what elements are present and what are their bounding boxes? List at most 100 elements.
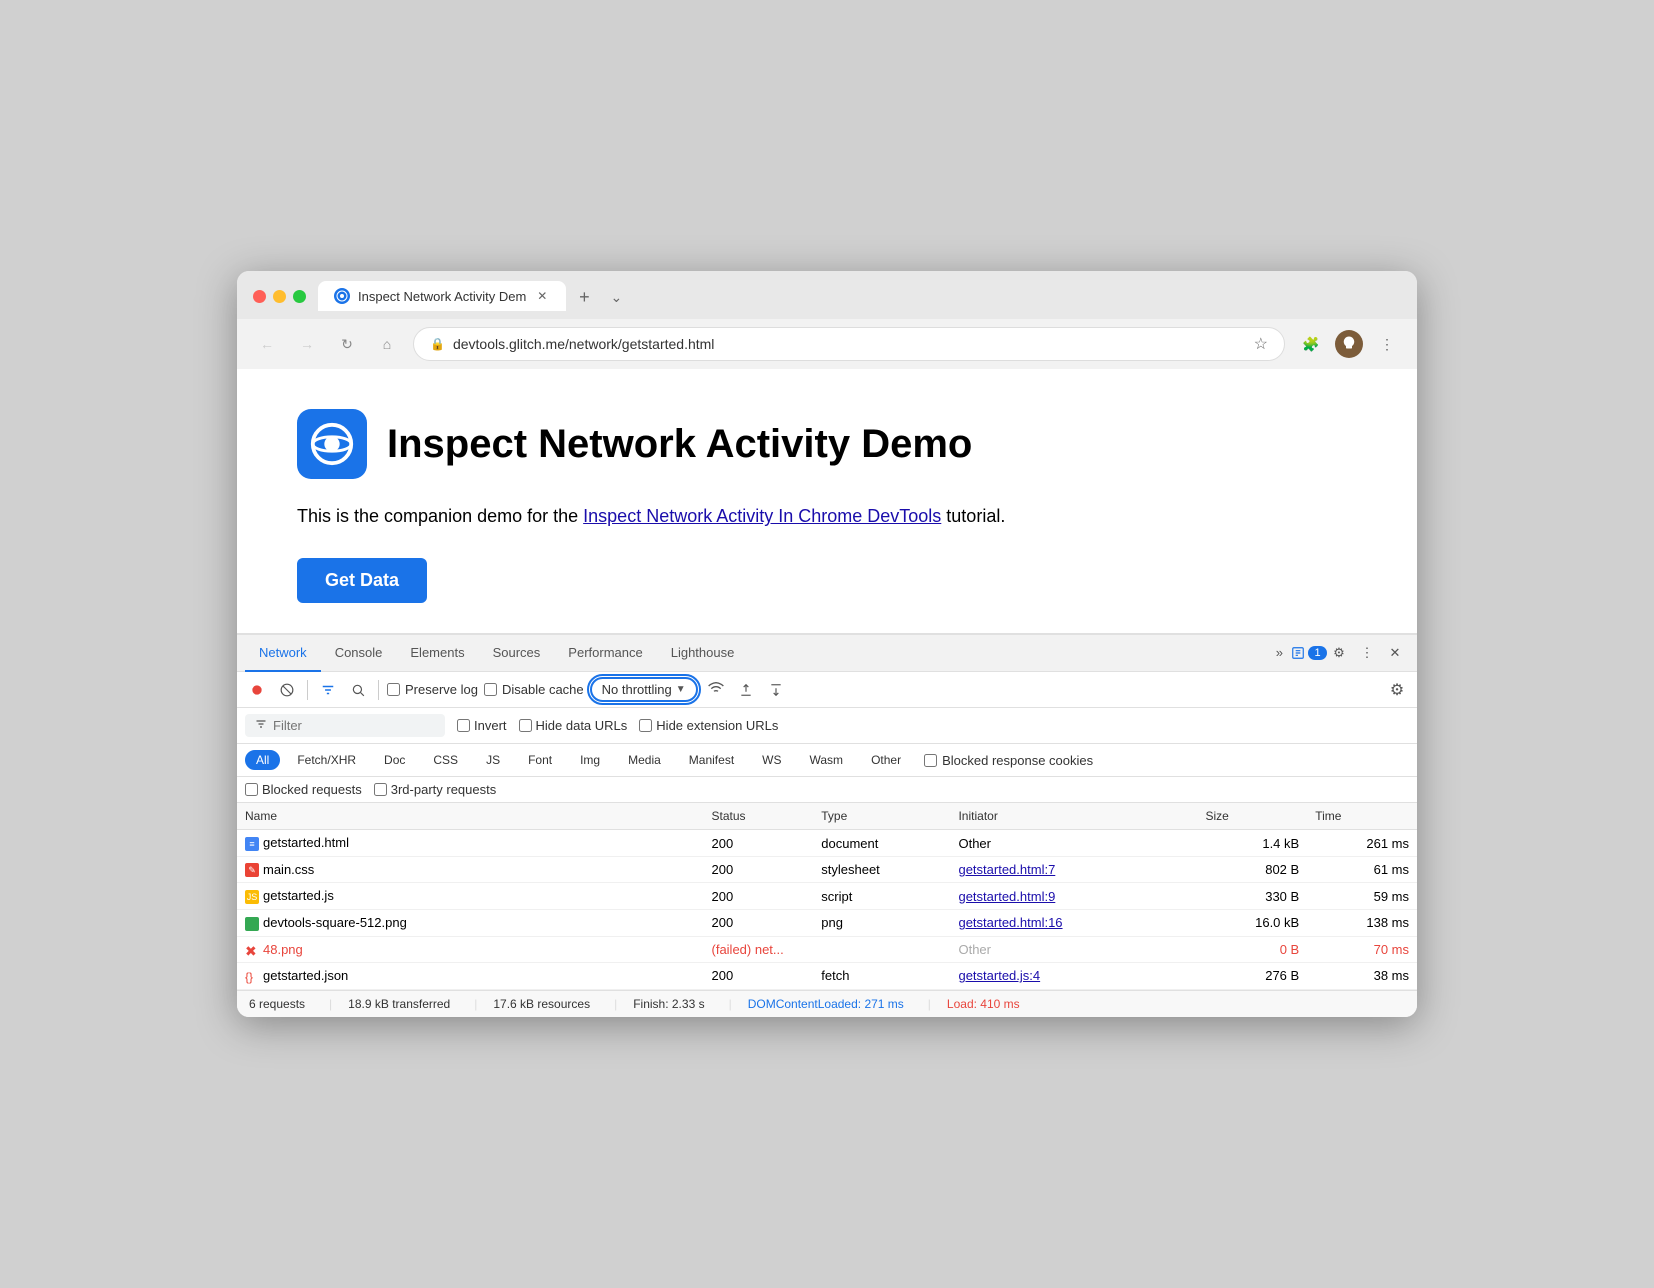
type-filter-ws[interactable]: WS: [751, 750, 792, 770]
clear-button[interactable]: [275, 678, 299, 702]
tab-lighthouse[interactable]: Lighthouse: [657, 635, 749, 672]
col-header-name[interactable]: Name: [237, 803, 704, 830]
throttle-arrow-icon: ▼: [676, 684, 686, 695]
tab-close-button[interactable]: ✕: [534, 288, 550, 304]
preserve-log-checkbox[interactable]: [387, 683, 400, 696]
minimize-window-button[interactable]: [273, 290, 286, 303]
extensions-button[interactable]: 🧩: [1297, 330, 1325, 358]
page-content: Inspect Network Activity Demo This is th…: [237, 369, 1417, 633]
disable-cache-checkbox[interactable]: [484, 683, 497, 696]
table-row[interactable]: ✎main.css200stylesheetgetstarted.html:78…: [237, 856, 1417, 883]
initiator-link[interactable]: getstarted.html:7: [958, 862, 1055, 877]
close-window-button[interactable]: [253, 290, 266, 303]
forward-button[interactable]: →: [293, 330, 321, 358]
console-messages-button[interactable]: 1: [1297, 639, 1325, 667]
network-conditions-button[interactable]: [704, 678, 728, 702]
tab-elements[interactable]: Elements: [396, 635, 478, 672]
row-filename[interactable]: getstarted.html: [263, 835, 349, 850]
cell-name: {}getstarted.json: [237, 963, 704, 990]
filter-button[interactable]: [316, 678, 340, 702]
type-filter-img[interactable]: Img: [569, 750, 611, 770]
tab-console[interactable]: Console: [321, 635, 397, 672]
nav-bar: ← → ↻ ⌂ 🔒 devtools.glitch.me/network/get…: [237, 319, 1417, 369]
blocked-requests-checkbox[interactable]: [245, 783, 258, 796]
col-header-initiator[interactable]: Initiator: [950, 803, 1197, 830]
more-menu-button[interactable]: ⋮: [1373, 330, 1401, 358]
devtools-close-button[interactable]: ✕: [1381, 639, 1409, 667]
tab-performance[interactable]: Performance: [554, 635, 656, 672]
reload-button[interactable]: ↻: [333, 330, 361, 358]
third-party-checkbox[interactable]: [374, 783, 387, 796]
table-row[interactable]: ≡getstarted.html200documentOther1.4 kB26…: [237, 830, 1417, 857]
profile-button[interactable]: [1335, 330, 1363, 358]
active-tab[interactable]: Inspect Network Activity Dem ✕: [318, 281, 566, 311]
invert-label: Invert: [457, 718, 507, 733]
col-header-size[interactable]: Size: [1197, 803, 1307, 830]
blocked-cookies-checkbox[interactable]: [924, 754, 937, 767]
row-filename[interactable]: getstarted.json: [263, 968, 348, 983]
type-filter-js[interactable]: JS: [475, 750, 511, 770]
type-filter-wasm[interactable]: Wasm: [799, 750, 855, 770]
devtools-toolbar: Preserve log Disable cache No throttling…: [237, 672, 1417, 708]
home-button[interactable]: ⌂: [373, 330, 401, 358]
status-text: (failed) net...: [712, 942, 784, 957]
network-table-container: Name Status Type Initiator Size Time ≡ge…: [237, 803, 1417, 989]
initiator-link[interactable]: getstarted.html:16: [958, 915, 1062, 930]
initiator-link[interactable]: getstarted.js:4: [958, 968, 1040, 983]
type-filter-doc[interactable]: Doc: [373, 750, 416, 770]
row-filename[interactable]: getstarted.js: [263, 888, 334, 903]
filter-bar: Invert Hide data URLs Hide extension URL…: [237, 708, 1417, 744]
col-header-status[interactable]: Status: [704, 803, 814, 830]
tab-sources[interactable]: Sources: [479, 635, 555, 672]
new-tab-button[interactable]: +: [570, 283, 598, 311]
cell-initiator: Other: [950, 830, 1197, 857]
tab-expand-button[interactable]: ⌄: [602, 283, 630, 311]
table-row[interactable]: devtools-square-512.png200pnggetstarted.…: [237, 910, 1417, 937]
table-row[interactable]: ✖48.png(failed) net...Other0 B70 ms: [237, 936, 1417, 963]
type-filter-fetch-xhr[interactable]: Fetch/XHR: [286, 750, 367, 770]
export-har-button[interactable]: [764, 678, 788, 702]
hide-ext-urls-label: Hide extension URLs: [639, 718, 778, 733]
row-filename[interactable]: main.css: [263, 862, 314, 877]
filter-input[interactable]: [273, 718, 433, 733]
hide-data-urls-checkbox[interactable]: [519, 719, 532, 732]
title-bar-top: Inspect Network Activity Dem ✕ + ⌄: [253, 281, 1401, 311]
devtools-more-button[interactable]: ⋮: [1353, 639, 1381, 667]
row-filename[interactable]: devtools-square-512.png: [263, 915, 407, 930]
maximize-window-button[interactable]: [293, 290, 306, 303]
type-filter-all[interactable]: All: [245, 750, 280, 770]
resources-size: 17.6 kB resources: [481, 997, 610, 1011]
type-filter-other[interactable]: Other: [860, 750, 912, 770]
record-button[interactable]: [245, 678, 269, 702]
back-button[interactable]: ←: [253, 330, 281, 358]
table-row[interactable]: JSgetstarted.js200scriptgetstarted.html:…: [237, 883, 1417, 910]
network-settings-button[interactable]: ⚙: [1385, 678, 1409, 702]
type-filter-font[interactable]: Font: [517, 750, 563, 770]
type-filter-css[interactable]: CSS: [422, 750, 469, 770]
settings-button[interactable]: ⚙: [1325, 639, 1353, 667]
filter-icon: [255, 718, 267, 733]
type-filter-manifest[interactable]: Manifest: [678, 750, 745, 770]
invert-checkbox[interactable]: [457, 719, 470, 732]
tutorial-link[interactable]: Inspect Network Activity In Chrome DevTo…: [583, 506, 941, 526]
type-filter-media[interactable]: Media: [617, 750, 672, 770]
hide-ext-urls-checkbox[interactable]: [639, 719, 652, 732]
throttling-dropdown[interactable]: No throttling ▼: [590, 677, 698, 702]
status-text: 200: [712, 836, 734, 851]
get-data-button[interactable]: Get Data: [297, 558, 427, 603]
tab-title: Inspect Network Activity Dem: [358, 289, 526, 304]
address-bar[interactable]: 🔒 devtools.glitch.me/network/getstarted.…: [413, 327, 1285, 361]
tab-network[interactable]: Network: [245, 635, 321, 672]
import-har-button[interactable]: [734, 678, 758, 702]
network-table: Name Status Type Initiator Size Time ≡ge…: [237, 803, 1417, 989]
table-row[interactable]: {}getstarted.json200fetchgetstarted.js:4…: [237, 963, 1417, 990]
search-button[interactable]: [346, 678, 370, 702]
bookmark-icon[interactable]: ☆: [1254, 334, 1268, 354]
initiator-link[interactable]: getstarted.html:9: [958, 889, 1055, 904]
row-filename[interactable]: 48.png: [263, 942, 303, 957]
cell-initiator: getstarted.html:16: [950, 910, 1197, 937]
col-header-time[interactable]: Time: [1307, 803, 1417, 830]
col-header-type[interactable]: Type: [813, 803, 950, 830]
cell-type: document: [813, 830, 950, 857]
network-table-body: ≡getstarted.html200documentOther1.4 kB26…: [237, 830, 1417, 989]
